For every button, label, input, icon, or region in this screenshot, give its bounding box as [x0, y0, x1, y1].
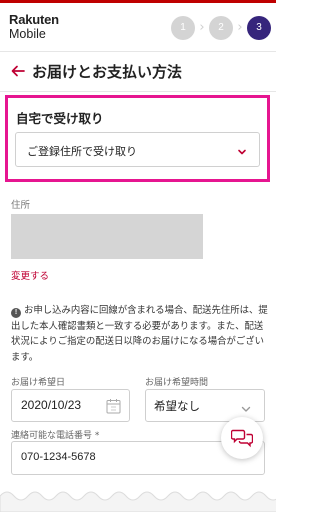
brand-line1: Rakuten: [9, 12, 59, 27]
step-indicator: 1 › 2 › 3: [171, 16, 271, 40]
chevron-down-icon: [236, 143, 248, 155]
chat-support-button[interactable]: [221, 417, 263, 459]
delivery-time-label: お届け希望時間: [145, 378, 209, 388]
divider: [0, 91, 276, 92]
step-2: 2: [209, 16, 233, 40]
phone-value: 070-1234-5678: [21, 451, 96, 463]
back-arrow-icon[interactable]: [10, 63, 26, 79]
step-1: 1: [171, 16, 195, 40]
delivery-notice: ! お申し込み内容に回線が含まれる場合、配送先住所は、提出した本人確認書類と一致す…: [11, 303, 271, 365]
delivery-date-value: 2020/10/23: [21, 398, 82, 412]
receive-location-select[interactable]: ご登録住所で受け取り: [15, 132, 260, 167]
info-icon: !: [11, 308, 21, 318]
address-value-redacted: [11, 214, 203, 259]
rakuten-mobile-logo[interactable]: Rakuten Mobile: [9, 13, 59, 41]
change-address-link[interactable]: 変更する: [11, 268, 49, 282]
chevron-down-icon: [240, 400, 252, 412]
chevron-right-icon: ›: [237, 20, 243, 35]
page-title: お届けとお支払い方法: [32, 63, 183, 81]
delivery-time-value: 希望なし: [154, 399, 200, 413]
receive-method-section: 自宅で受け取り ご登録住所で受け取り: [5, 95, 270, 182]
address-label: 住所: [11, 200, 31, 211]
delivery-date-input[interactable]: 2020/10/23: [11, 389, 130, 422]
calendar-icon[interactable]: [106, 398, 121, 414]
delivery-date-label: お届け希望日: [11, 378, 66, 388]
brand-line2: Mobile: [9, 27, 46, 41]
step-3-current: 3: [247, 16, 271, 40]
receive-location-value: ご登録住所で受け取り: [27, 145, 137, 158]
divider: [0, 51, 276, 52]
wave-decoration: [0, 491, 276, 512]
chevron-right-icon: ›: [199, 20, 205, 35]
chat-bubbles-icon: [231, 429, 253, 448]
receive-method-label: 自宅で受け取り: [16, 111, 104, 126]
delivery-notice-text: お申し込み内容に回線が含まれる場合、配送先住所は、提出した本人確認書類と一致する…: [11, 305, 268, 363]
top-bar: Rakuten Mobile 1 › 2 › 3: [0, 0, 276, 51]
phone-label: 連絡可能な電話番号 *: [11, 431, 100, 441]
